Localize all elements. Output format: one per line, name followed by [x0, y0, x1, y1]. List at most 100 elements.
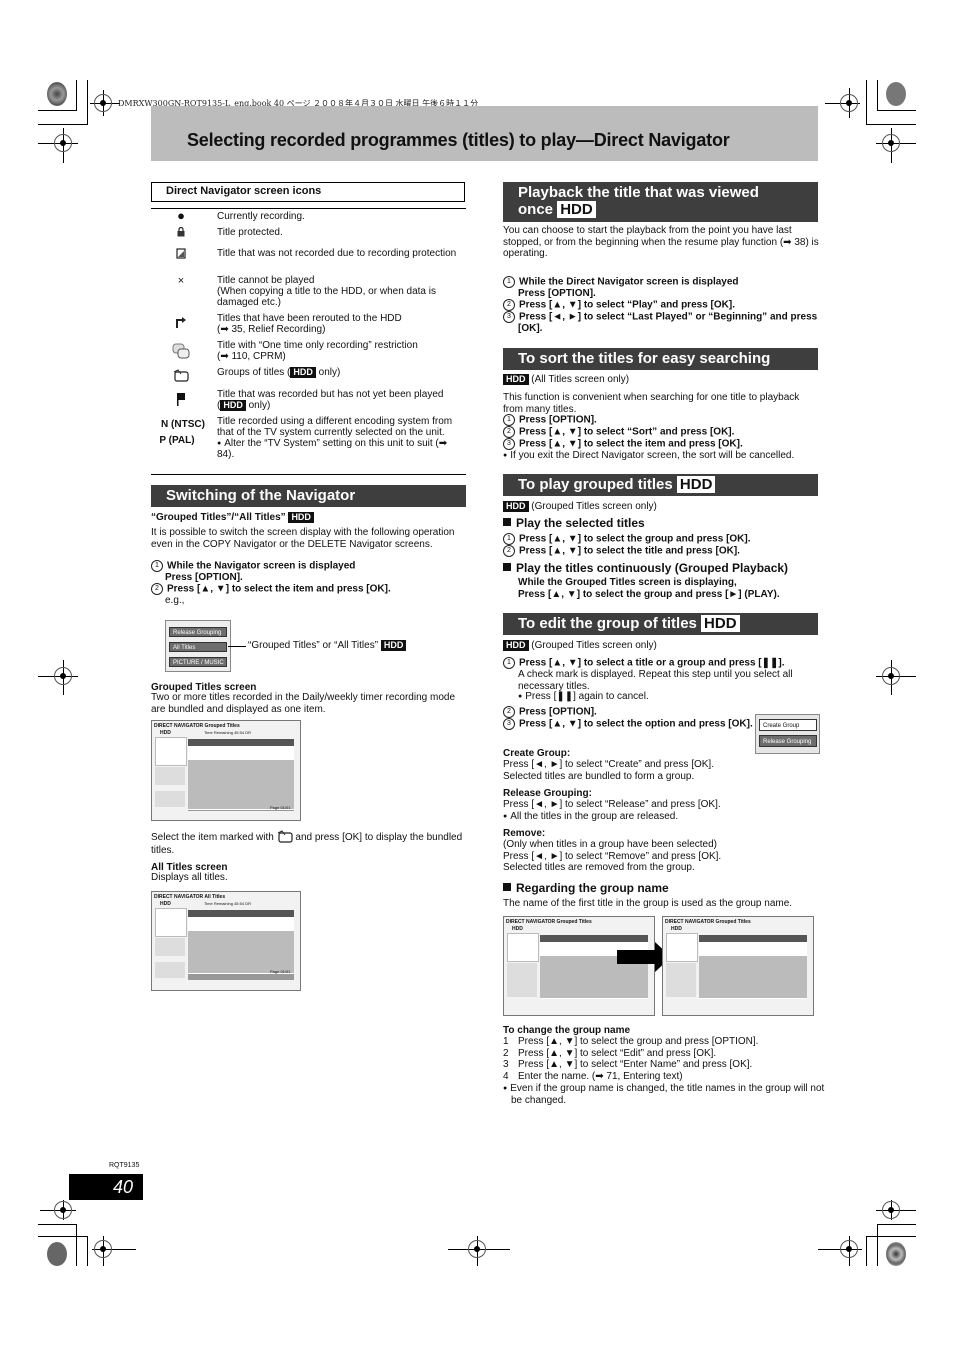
switching-subheading: “Grouped Titles”/“All Titles” HDD [151, 512, 314, 524]
step-number: 1 [503, 533, 515, 545]
nav-screen-title: DIRECT NAVIGATOR Grouped Titles [506, 919, 592, 925]
step-text: While the Navigator screen is displayed [167, 560, 356, 572]
all-titles-screenshot: DIRECT NAVIGATOR All Titles HDD Time Rem… [151, 891, 301, 991]
ntsc-icon: N (NTSC) [161, 419, 205, 430]
remove-desc: (Only when titles in a group have been s… [503, 839, 721, 874]
crop-mark [877, 110, 916, 111]
scope-text: (Grouped Titles screen only) [531, 640, 657, 651]
change-step-1: 1 Press [▲, ▼] to select the group and pr… [503, 1036, 758, 1048]
step-text: Press [▲, ▼] to select a title or a grou… [519, 657, 785, 669]
step-number: 3 [503, 311, 515, 323]
playback-step-2: 2 Press [▲, ▼] to select “Play” and press… [503, 299, 735, 311]
grouped-play-scope: HDD (Grouped Titles screen only) [503, 501, 657, 513]
crop-mark [877, 80, 878, 110]
thumbnail-image [155, 737, 187, 766]
section-heading-grouped-play: To play grouped titles HDD [503, 474, 818, 496]
icon-text-line: Title recorded using a different encodin… [217, 416, 453, 438]
icons-box-title: Direct Navigator screen icons [151, 182, 465, 202]
step-number: 2 [503, 426, 515, 438]
nav-remaining: Time Remaining 45:54 DR [204, 730, 251, 735]
registration-mark-icon [882, 1201, 900, 1219]
callout-text: “Grouped Titles” or “All Titles” [248, 640, 379, 651]
subheading-text: Regarding the group name [516, 881, 669, 895]
change-step-3: 3 Press [▲, ▼] to select “Enter Name” and… [503, 1059, 752, 1071]
grouped-play-instruction: While the Grouped Titles screen is displ… [518, 577, 780, 600]
subheading-text: Play the selected titles [516, 516, 645, 530]
page-title: Selecting recorded programmes (titles) t… [187, 130, 730, 150]
grouped-play-step-2: 2 Press [▲, ▼] to select the title and pr… [503, 545, 740, 557]
registration-mark-icon [840, 1240, 858, 1258]
create-group-desc: Press [◄, ►] to select “Create” and pres… [503, 759, 714, 782]
grid-row [540, 991, 648, 999]
desc-line: Press [◄, ►] to select “Remove” and pres… [503, 850, 722, 862]
section-heading-edit-group: To edit the group of titles HDD [503, 613, 818, 635]
scope-text: (All Titles screen only) [531, 374, 630, 385]
crop-mark [38, 124, 88, 125]
instruction-text: While the Grouped Titles screen is displ… [518, 577, 737, 588]
arrow-right-icon [617, 942, 671, 972]
crop-mark [76, 1224, 77, 1266]
menu-item-release-grouping[interactable]: Release Grouping [169, 627, 227, 637]
registration-mark-icon [882, 134, 900, 152]
nav-drive-label: HDD [160, 901, 171, 907]
nav-page: Page 01/01 [270, 969, 291, 974]
registration-disc-icon [47, 82, 67, 106]
change-step-4: 4 Enter the name. (➡ 71, Entering text) [503, 1071, 683, 1083]
switching-step-2: 2 Press [▲, ▼] to select the item and pre… [151, 583, 391, 595]
heading-text: Playback the title that was viewed [518, 184, 759, 201]
nav-play-time [666, 963, 696, 981]
crop-mark [38, 1236, 88, 1237]
step-number: 2 [503, 706, 515, 718]
menu-item-picture-music[interactable]: PICTURE / MUSIC [169, 657, 227, 667]
icon-description: Groups of titles (HDD only) [217, 367, 467, 378]
desc-line: Selected titles are removed from the gro… [503, 862, 695, 873]
crop-mark [76, 80, 77, 110]
crop-mark [38, 1224, 77, 1225]
menu-item-create-group[interactable]: Create Group [759, 719, 817, 731]
eg-label: e.g., [165, 595, 185, 606]
sort-step-1: 1 Press [OPTION]. [503, 414, 597, 426]
grouped-play-subheading-1: Play the selected titles [503, 516, 645, 531]
section-heading-switching: Switching of the Navigator [151, 485, 466, 507]
step-text: Press [▲, ▼] to select “Play” and press … [519, 299, 735, 311]
edit-step-1: 1 Press [▲, ▼] to select a title or a gro… [503, 657, 785, 669]
title-list-grid [540, 935, 648, 999]
change-group-name-title: To change the group name [503, 1025, 631, 1036]
all-titles-desc: Displays all titles. [151, 872, 228, 883]
grid-row [699, 991, 807, 999]
menu-item-all-titles[interactable]: All Titles [169, 642, 227, 652]
step-text: While the Direct Navigator screen is dis… [519, 276, 739, 288]
heading-text: To edit the group of titles [518, 615, 697, 632]
hdd-badge: HDD [676, 476, 716, 494]
icon-description: Title with “One time only recording” res… [217, 340, 467, 362]
release-grouping-title: Release Grouping: [503, 788, 592, 799]
edit-step-1-desc: A check mark is displayed. Repeat this s… [518, 669, 793, 692]
text: Select the item marked with [151, 832, 274, 843]
step-number: 2 [503, 545, 515, 557]
menu-item-release-grouping[interactable]: Release Grouping [759, 735, 817, 747]
step-number: 4 [503, 1071, 509, 1082]
hdd-badge: HDD [290, 367, 316, 378]
registration-mark-icon [54, 1201, 72, 1219]
icon-text-line: Title with “One time only recording” res… [217, 340, 418, 351]
step-number: 3 [503, 718, 515, 730]
step-text: Press [▲, ▼] to select the title and pre… [519, 545, 740, 557]
change-note: Even if the group name is changed, the t… [503, 1083, 829, 1106]
square-bullet-icon [503, 518, 511, 526]
nav-drive-label: HDD [671, 926, 682, 932]
scope-text: (Grouped Titles screen only) [531, 501, 657, 512]
crop-mark [878, 1224, 916, 1225]
icon-description: Titles that have been rerouted to the HD… [217, 313, 467, 335]
group-name-desc: The name of the first title in the group… [503, 898, 793, 909]
grouped-before-screenshot: DIRECT NAVIGATOR Grouped Titles HDD [503, 916, 655, 1016]
instruction-text: Press [▲, ▼] to select the group and pre… [518, 588, 780, 600]
recording-dot-icon: ● [177, 208, 185, 223]
step-text: Press [▲, ▼] to select the item and pres… [167, 583, 391, 595]
crop-mark [877, 1224, 878, 1266]
registration-disc-icon [886, 82, 906, 106]
subheading-text: “Grouped Titles”/“All Titles” [151, 512, 286, 523]
sort-step-2: 2 Press [▲, ▼] to select “Sort” and press… [503, 426, 734, 438]
icon-description: Title that was recorded but has not yet … [217, 389, 467, 411]
heading-text: once [518, 201, 554, 218]
nav-not-viewed [666, 981, 696, 997]
